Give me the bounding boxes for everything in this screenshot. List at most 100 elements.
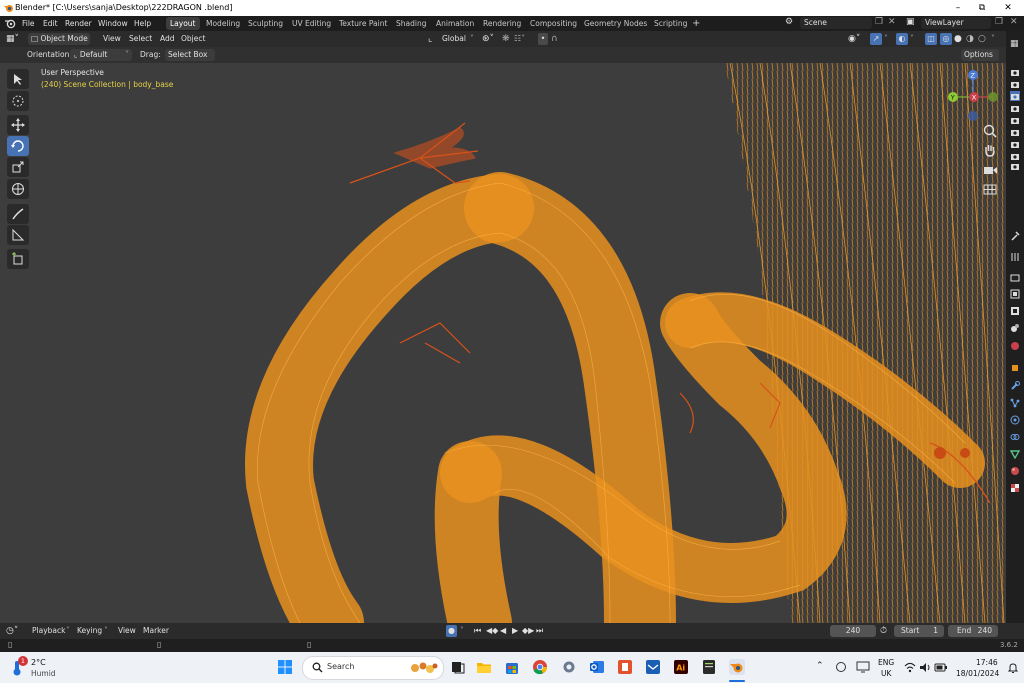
windows-start-icon[interactable] <box>277 659 293 675</box>
camera-visibility-icon[interactable] <box>1010 91 1020 101</box>
minimize-button[interactable]: – <box>946 1 970 15</box>
gizmo-negative-z[interactable] <box>968 111 978 121</box>
overlays-chevron-icon[interactable]: ˅ <box>910 33 914 45</box>
transform-orientation-icon[interactable]: ⌞ <box>428 33 432 45</box>
scene-name[interactable]: Scene <box>800 18 827 27</box>
menu-window[interactable]: Window <box>98 18 128 29</box>
menu-file[interactable]: File <box>22 18 35 29</box>
rotate-tool[interactable] <box>7 136 29 156</box>
move-tool[interactable] <box>7 115 29 135</box>
transform-tool[interactable] <box>7 179 29 199</box>
tool-tab-icon[interactable] <box>1010 231 1020 241</box>
proportional-falloff-icon[interactable]: ∩ <box>551 33 558 45</box>
world-tab-icon[interactable] <box>1010 341 1020 351</box>
mail-icon[interactable] <box>645 659 661 675</box>
object-tab-icon[interactable] <box>1010 363 1020 373</box>
tab-shading[interactable]: Shading <box>392 17 430 30</box>
annotate-tool[interactable] <box>7 204 29 224</box>
zoom-icon[interactable] <box>982 123 998 139</box>
orientation-dropdown[interactable]: ⌞ Default ˅ <box>70 49 132 61</box>
tab-rendering[interactable]: Rendering <box>479 17 525 30</box>
add-cube-tool[interactable] <box>7 249 29 269</box>
settings-gear-icon[interactable] <box>561 659 577 675</box>
task-view-icon[interactable] <box>450 659 466 675</box>
mesh-data-tab-icon[interactable] <box>1010 449 1020 459</box>
tab-texture-paint[interactable]: Texture Paint <box>335 17 391 30</box>
drag-dropdown[interactable]: Select Box <box>165 49 215 61</box>
taskbar-search-box[interactable]: Search <box>302 656 444 680</box>
new-scene-icon[interactable]: ❐ <box>875 17 883 28</box>
scene-tab-icon[interactable] <box>1010 323 1020 333</box>
wifi-icon[interactable] <box>904 662 916 673</box>
rendered-shading-icon[interactable]: ○ <box>978 33 986 45</box>
wireframe-shading-icon[interactable]: ◎ <box>940 33 952 45</box>
weather-widget[interactable]: 1 2°C Humid <box>8 656 68 680</box>
microsoft-store-icon[interactable] <box>504 659 520 675</box>
clock-date[interactable]: 18/01/2024 <box>956 669 999 678</box>
tab-geometry-nodes[interactable]: Geometry Nodes <box>580 17 651 30</box>
shading-chevron-icon[interactable]: ˅ <box>991 33 995 45</box>
material-shading-icon[interactable]: ◑ <box>966 33 974 45</box>
timeline-editor-icon[interactable]: ◷˅ <box>6 625 18 637</box>
physics-tab-icon[interactable] <box>1010 415 1020 425</box>
render-tab-icon[interactable] <box>1010 273 1020 283</box>
chrome-icon[interactable] <box>532 659 548 675</box>
menu-view[interactable]: View <box>118 625 136 637</box>
menu-keying[interactable]: Keying <box>77 625 102 637</box>
scale-tool[interactable] <box>7 157 29 177</box>
display-icon[interactable] <box>856 661 870 673</box>
navigation-gizmo[interactable]: Z Y X <box>944 69 1004 129</box>
cursor-tool[interactable] <box>7 91 29 111</box>
language-indicator[interactable]: ENG <box>878 658 894 667</box>
show-hidden-icons-chevron-icon[interactable]: ⌃ <box>816 661 824 671</box>
camera-visibility-icon[interactable] <box>1010 103 1020 113</box>
blender-menu-icon[interactable] <box>4 18 16 29</box>
blender-taskbar-icon[interactable] <box>729 659 745 675</box>
jump-end-icon[interactable]: ⏭ <box>536 625 543 637</box>
gizmo-toggle-icon[interactable]: ↗ <box>870 33 882 45</box>
snap-icon[interactable]: ❋ <box>502 33 510 45</box>
region-indicator[interactable]: UK <box>881 669 891 678</box>
tab-layout[interactable]: Layout <box>166 17 200 30</box>
menu-marker[interactable]: Marker <box>143 625 169 637</box>
tab-uv-editing[interactable]: UV Editing <box>288 17 335 30</box>
view-layer-name[interactable]: ViewLayer <box>921 18 964 27</box>
camera-visibility-icon[interactable] <box>1010 67 1020 77</box>
camera-visibility-icon[interactable] <box>1010 79 1020 89</box>
delete-scene-icon[interactable]: ✕ <box>888 17 896 28</box>
preview-range-clock-icon[interactable]: ⏱ <box>880 625 887 637</box>
particles-tab-icon[interactable] <box>1010 398 1020 408</box>
perspective-toggle-icon[interactable] <box>982 181 998 197</box>
proportional-editing-icon[interactable]: • <box>538 33 548 45</box>
properties-editor-icon[interactable]: ▦ <box>1010 39 1019 49</box>
gizmo-chevron-icon[interactable]: ˅ <box>884 33 888 45</box>
close-button[interactable]: ✕ <box>996 1 1020 15</box>
camera-visibility-icon[interactable] <box>1010 139 1020 149</box>
select-box-tool[interactable] <box>7 69 29 89</box>
restore-button[interactable]: ⧉ <box>970 1 994 15</box>
mode-selector[interactable]: □ Object Mode <box>28 33 90 45</box>
file-explorer-icon[interactable] <box>476 659 492 675</box>
menu-add[interactable]: Add <box>160 33 175 45</box>
play-reverse-icon[interactable]: ◀ <box>500 625 506 637</box>
tab-scripting[interactable]: Scripting <box>650 17 691 30</box>
material-tab-icon[interactable] <box>1010 466 1020 476</box>
tab-sculpting[interactable]: Sculpting <box>244 17 287 30</box>
auto-key-chevron-icon[interactable]: ˅ <box>460 625 464 637</box>
prev-keyframe-icon[interactable]: ◀◆ <box>486 625 498 637</box>
measure-tool[interactable] <box>7 225 29 245</box>
start-frame-field[interactable]: Start 1 <box>894 625 944 637</box>
tab-animation[interactable]: Animation <box>432 17 478 30</box>
play-icon[interactable]: ▶ <box>512 625 518 637</box>
clock-time[interactable]: 17:46 <box>976 658 998 667</box>
menu-help[interactable]: Help <box>134 18 151 29</box>
camera-view-icon[interactable] <box>982 162 998 178</box>
pan-hand-icon[interactable] <box>982 142 998 158</box>
menu-object[interactable]: Object <box>181 33 205 45</box>
visibility-icon[interactable]: ◉˅ <box>848 33 860 45</box>
options-dropdown[interactable]: Options <box>961 49 999 61</box>
tab-modeling[interactable]: Modeling <box>202 17 244 30</box>
camera-visibility-icon[interactable] <box>1010 151 1020 161</box>
copilot-icon[interactable] <box>834 661 848 673</box>
tab-compositing[interactable]: Compositing <box>526 17 581 30</box>
